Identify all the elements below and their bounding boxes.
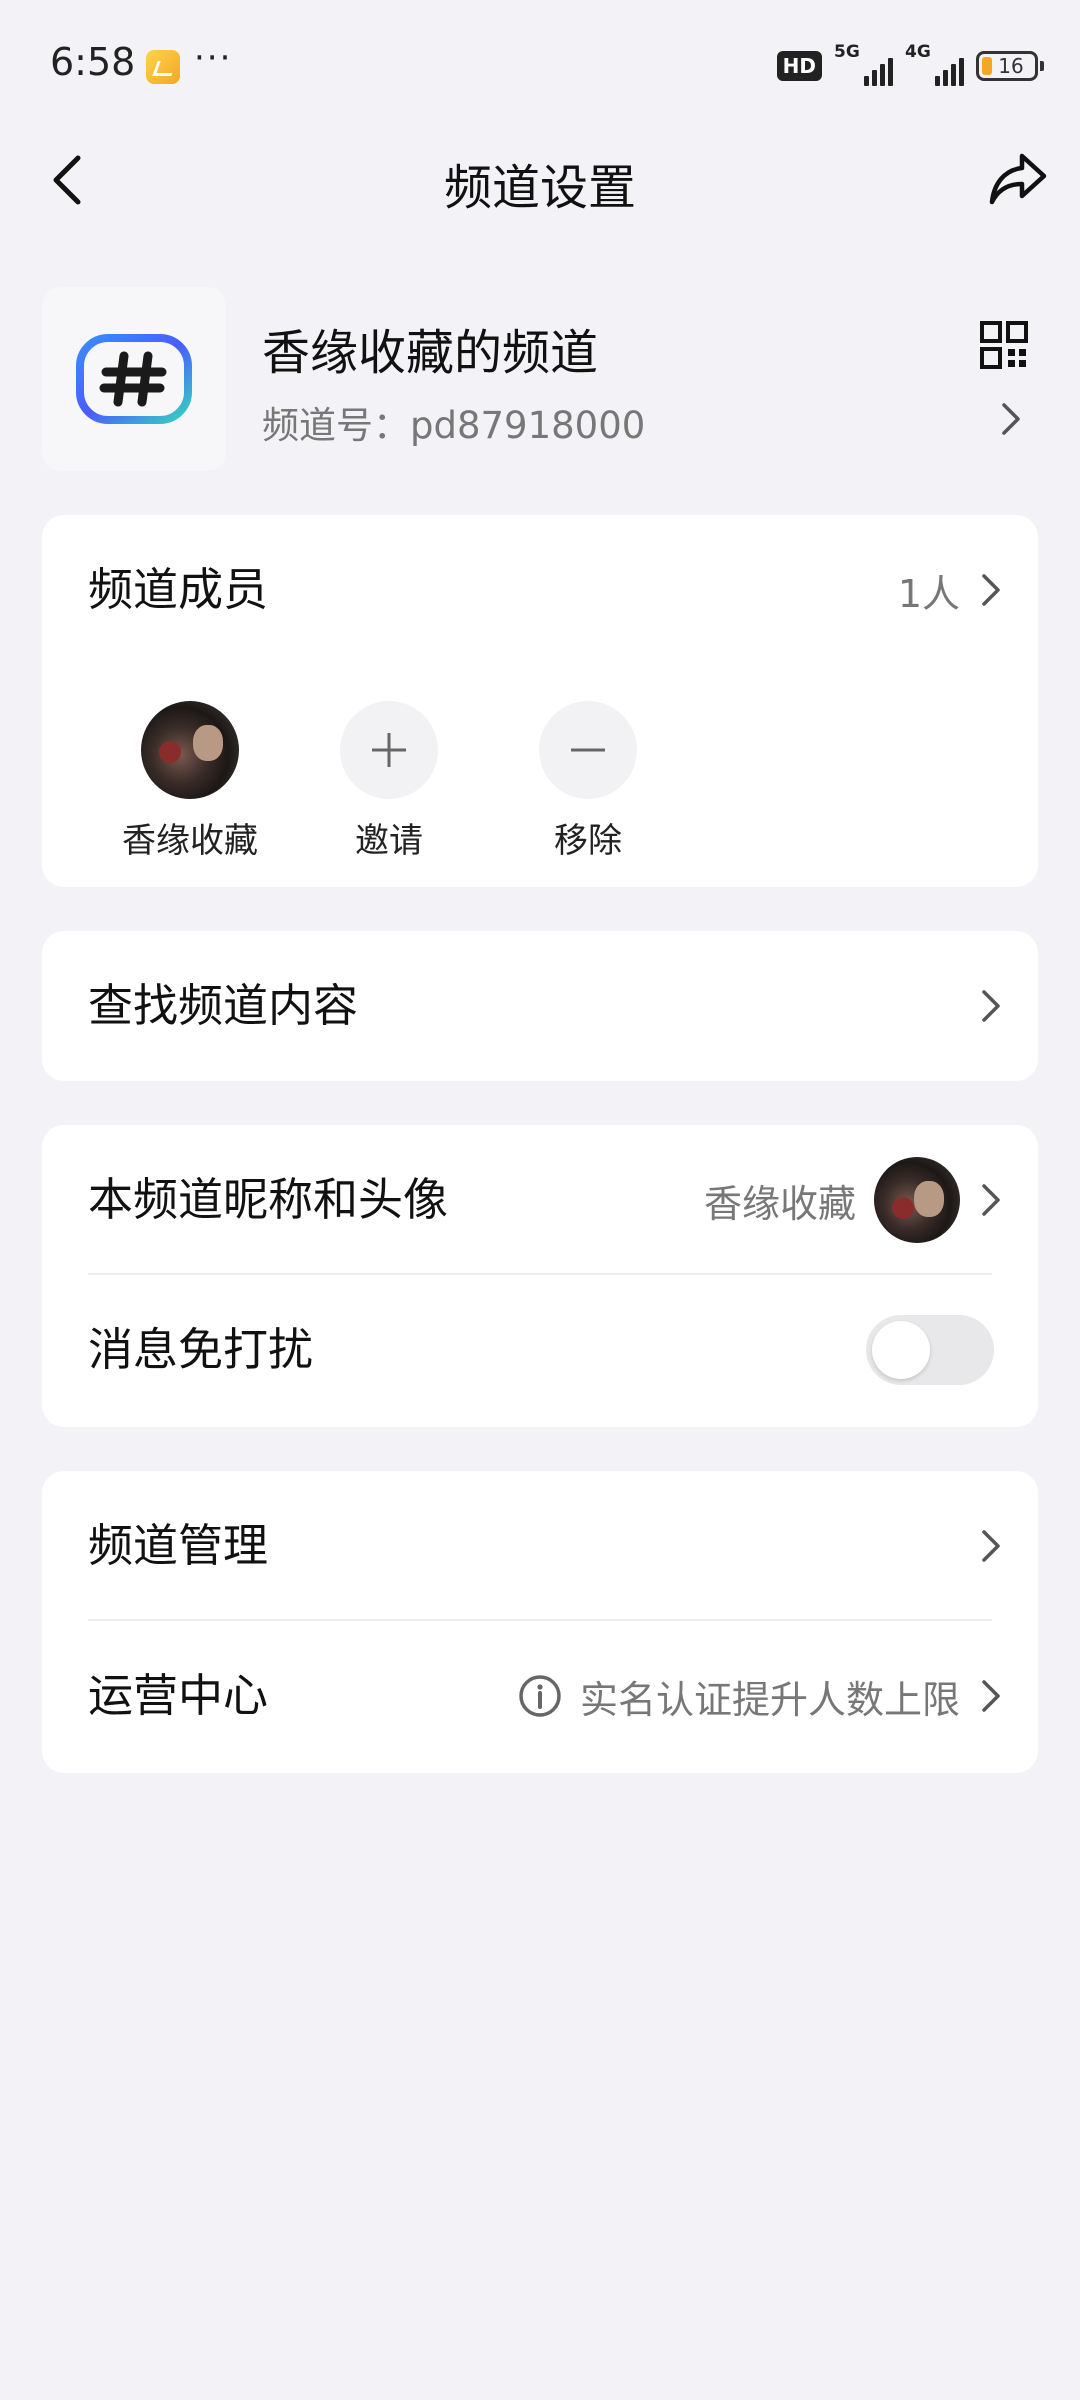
- member-count: 1人: [897, 571, 960, 616]
- channel-name: 香缘收藏的频道: [262, 325, 599, 381]
- more-notifications-icon: ···: [194, 38, 233, 78]
- chevron-right-icon: [1002, 403, 1020, 435]
- notes-app-icon: [146, 50, 180, 84]
- chevron-right-icon: [982, 1680, 1000, 1712]
- member-item[interactable]: 香缘收藏: [90, 701, 290, 862]
- qr-code-icon[interactable]: [980, 321, 1028, 369]
- hashtag-channel-icon: [76, 334, 192, 424]
- channel-info-header[interactable]: 香缘收藏的频道 频道号：pd87918000: [42, 287, 1038, 471]
- hd-voice-badge: HD: [776, 51, 822, 81]
- minus-icon: [571, 748, 605, 752]
- profile-settings-card: 本频道昵称和头像 香缘收藏 消息免打扰: [42, 1125, 1038, 1427]
- info-icon: [519, 1675, 561, 1717]
- page-title: 频道设置: [443, 160, 636, 216]
- members-title: 频道成员: [88, 563, 269, 616]
- nickname-value: 香缘收藏: [703, 1181, 856, 1226]
- channel-management-row[interactable]: 频道管理: [42, 1471, 1038, 1621]
- nickname-avatar-row[interactable]: 本频道昵称和头像 香缘收藏: [42, 1125, 1038, 1275]
- share-icon: [989, 153, 1047, 205]
- invite-label: 邀请: [355, 821, 423, 861]
- nickname-avatar-label: 本频道昵称和头像: [88, 1173, 449, 1226]
- signal-5g-icon: 5G: [834, 42, 893, 86]
- avatar: [874, 1157, 960, 1243]
- chevron-right-icon: [982, 574, 1000, 606]
- channel-id: 频道号：pd87918000: [262, 404, 646, 447]
- chevron-right-icon: [982, 990, 1000, 1022]
- operations-center-label: 运营中心: [88, 1669, 269, 1722]
- signal-4g-icon: 4G: [905, 42, 964, 86]
- status-indicators: HD 5G 4G 16: [776, 42, 1044, 86]
- battery-level: 16: [998, 54, 1024, 78]
- member-name: 香缘收藏: [122, 821, 258, 861]
- plus-icon: [372, 733, 406, 767]
- search-content-label: 查找频道内容: [88, 979, 359, 1032]
- members-row[interactable]: 频道成员 1人: [42, 515, 1038, 665]
- search-content-row[interactable]: 查找频道内容: [42, 931, 1038, 1081]
- do-not-disturb-row: 消息免打扰: [42, 1275, 1038, 1425]
- operations-center-row[interactable]: 运营中心 实名认证提升人数上限: [42, 1621, 1038, 1771]
- navigation-bar: 频道设置: [0, 130, 1080, 230]
- members-card: 频道成员 1人 香缘收藏 邀请 移除: [42, 515, 1038, 887]
- do-not-disturb-label: 消息免打扰: [88, 1323, 314, 1376]
- channel-logo: [42, 287, 226, 471]
- remove-label: 移除: [554, 821, 622, 861]
- management-card: 频道管理 运营中心 实名认证提升人数上限: [42, 1471, 1038, 1773]
- chevron-right-icon: [982, 1530, 1000, 1562]
- invite-button[interactable]: 邀请: [289, 701, 489, 862]
- channel-management-label: 频道管理: [88, 1519, 269, 1572]
- member-list: 香缘收藏 邀请 移除: [42, 667, 1038, 867]
- status-time: 6:58: [50, 40, 136, 84]
- operations-hint: 实名认证提升人数上限: [579, 1677, 960, 1722]
- do-not-disturb-toggle[interactable]: [866, 1315, 994, 1385]
- search-content-card: 查找频道内容: [42, 931, 1038, 1081]
- avatar: [141, 701, 239, 799]
- battery-icon: 16: [976, 51, 1044, 81]
- toggle-knob: [872, 1321, 930, 1379]
- status-bar: 6:58 ··· HD 5G 4G 16: [0, 0, 1080, 130]
- chevron-right-icon: [982, 1184, 1000, 1216]
- remove-button[interactable]: 移除: [488, 701, 688, 862]
- share-button[interactable]: [986, 146, 1052, 212]
